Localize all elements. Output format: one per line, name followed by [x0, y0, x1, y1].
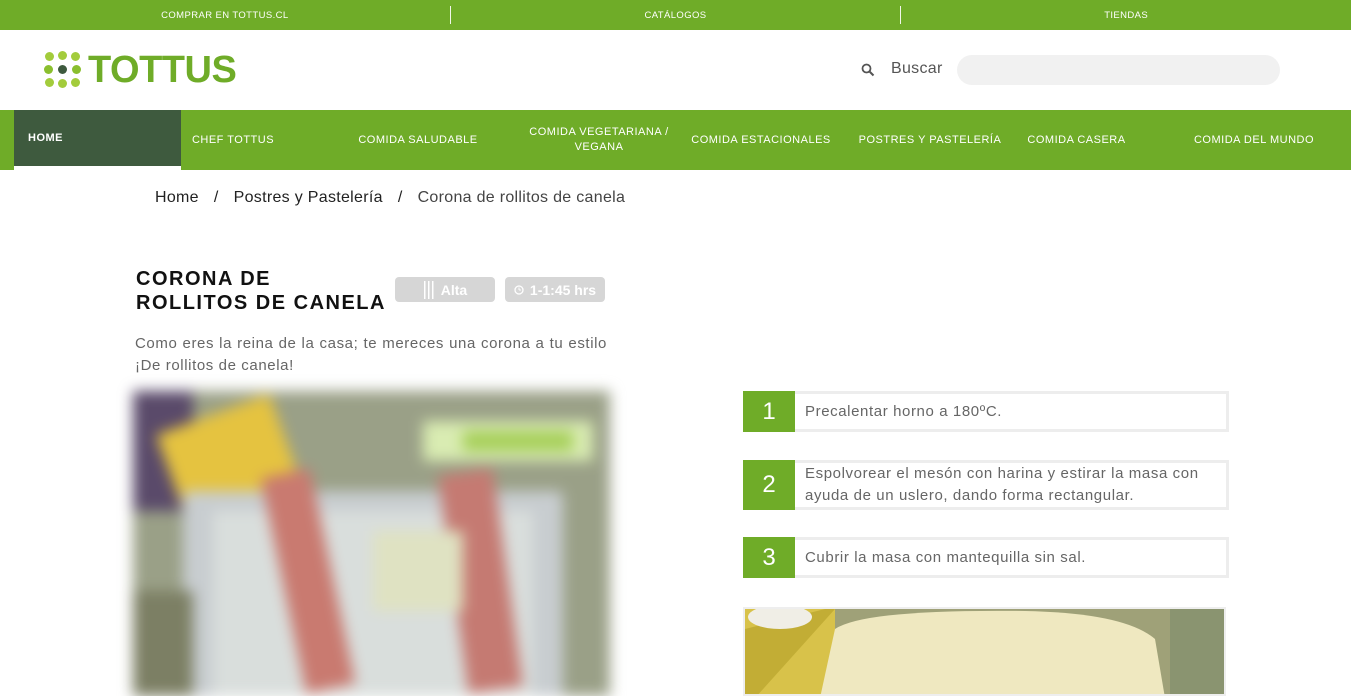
recipe-description: Como eres la reina de la casa; te merece… — [135, 335, 607, 374]
logo-text: TOTTUS — [88, 49, 237, 91]
nav-item-postres[interactable]: POSTRES Y PASTELERÍA — [852, 110, 1008, 170]
topbar-link-comprar[interactable]: COMPRAR EN TOTTUS.CL — [0, 0, 450, 30]
nav-item-comida-casera[interactable]: COMIDA CASERA — [1016, 110, 1137, 170]
recipe-title: CORONA DE ROLLITOS DE CANELA — [136, 267, 386, 315]
recipe-title-line1: CORONA DE — [136, 268, 271, 290]
nav-active-underline — [14, 166, 181, 170]
difficulty-badge: Alta — [395, 277, 495, 302]
top-utility-bar: COMPRAR EN TOTTUS.CL CATÁLOGOS TIENDAS — [0, 0, 1351, 30]
step-number: 2 — [743, 460, 795, 510]
site-header: TOTTUS Buscar — [0, 30, 1351, 110]
step-text: Precalentar horno a 180ºC. — [805, 402, 1003, 420]
nav-item-home[interactable]: HOME — [14, 110, 181, 166]
step-number: 1 — [743, 391, 795, 432]
recipe-main-image — [133, 391, 610, 696]
recipe-step: 2 Espolvorear el mesón con harina y esti… — [743, 460, 1229, 510]
recipe-title-line2: ROLLITOS DE CANELA — [136, 292, 386, 314]
nav-item-comida-del-mundo[interactable]: COMIDA DEL MUNDO — [1184, 110, 1324, 170]
difficulty-label: Alta — [440, 281, 468, 298]
utensils-icon — [423, 280, 434, 299]
breadcrumb: Home / Postres y Pastelería / Corona de … — [155, 189, 625, 207]
breadcrumb-separator: / — [397, 189, 403, 206]
step-text: Cubrir la masa con mantequilla sin sal. — [805, 548, 1087, 566]
topbar-link-catalogos[interactable]: CATÁLOGOS — [451, 0, 901, 30]
time-badge: 1-1:45 hrs — [505, 277, 605, 302]
logo-dots-icon — [44, 51, 81, 88]
nav-item-chef-tottus[interactable]: CHEF TOTTUS — [181, 110, 285, 170]
time-label: 1-1:45 hrs — [529, 281, 597, 298]
breadcrumb-home[interactable]: Home — [155, 189, 199, 207]
nav-item-comida-estacionales[interactable]: COMIDA ESTACIONALES — [686, 110, 836, 170]
step-number: 3 — [743, 537, 795, 578]
clock-icon — [514, 284, 524, 295]
search-icon[interactable] — [861, 63, 875, 77]
breadcrumb-category[interactable]: Postres y Pastelería — [234, 189, 383, 207]
breadcrumb-current: Corona de rollitos de canela — [417, 189, 626, 206]
step-image — [743, 607, 1226, 696]
nav-item-comida-saludable[interactable]: COMIDA SALUDABLE — [340, 110, 496, 170]
breadcrumb-separator: / — [213, 189, 219, 206]
tottus-logo[interactable]: TOTTUS — [44, 49, 237, 91]
main-nav: HOME CHEF TOTTUS COMIDA SALUDABLE COMIDA… — [0, 110, 1351, 170]
search-label: Buscar — [891, 60, 943, 77]
recipe-step: 3 Cubrir la masa con mantequilla sin sal… — [743, 537, 1229, 578]
search-input[interactable] — [957, 55, 1280, 85]
nav-item-comida-vegetariana[interactable]: COMIDA VEGETARIANA / VEGANA — [524, 110, 674, 170]
topbar-link-tiendas[interactable]: TIENDAS — [901, 0, 1351, 30]
recipe-step: 1 Precalentar horno a 180ºC. — [743, 391, 1229, 432]
step-text: Espolvorear el mesón con harina y estira… — [805, 465, 1199, 504]
